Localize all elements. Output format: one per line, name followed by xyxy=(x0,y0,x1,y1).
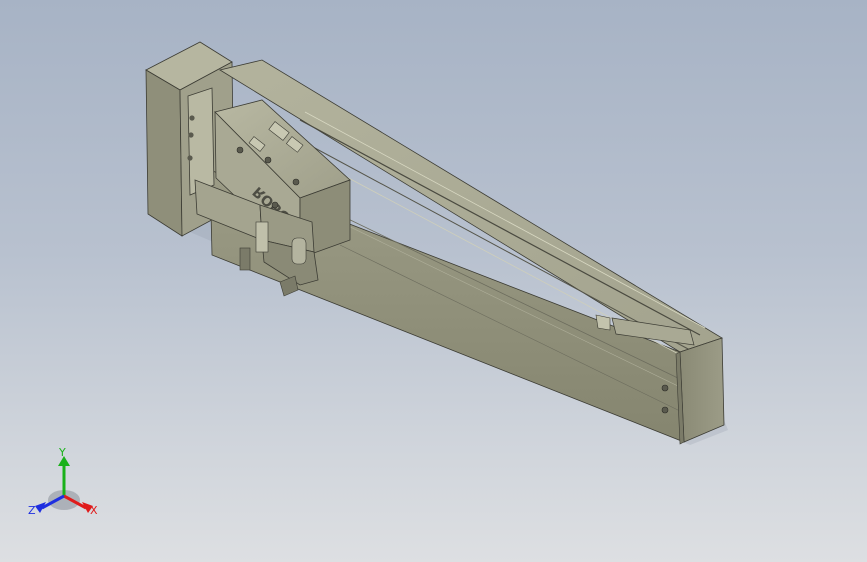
left-mount-plate[interactable] xyxy=(187,87,215,196)
carriage-screw xyxy=(264,156,272,164)
plate-screw xyxy=(189,115,195,121)
linear-actuator-model[interactable]: ROBOT xyxy=(0,0,867,562)
carriage-screw xyxy=(236,146,244,154)
carriage-screw xyxy=(271,201,279,209)
y-axis-label: Y xyxy=(58,446,66,459)
right-end-screw xyxy=(661,406,669,414)
carriage-screw xyxy=(292,178,300,186)
plate-screw xyxy=(188,132,194,138)
coordinate-triad[interactable]: Y X Z xyxy=(22,444,112,524)
cad-viewport[interactable]: ROBOT xyxy=(0,0,867,562)
z-axis-label: Z xyxy=(28,504,36,517)
x-axis-label: X xyxy=(90,504,98,517)
right-end-screw xyxy=(661,384,669,392)
plate-screw xyxy=(187,155,193,161)
